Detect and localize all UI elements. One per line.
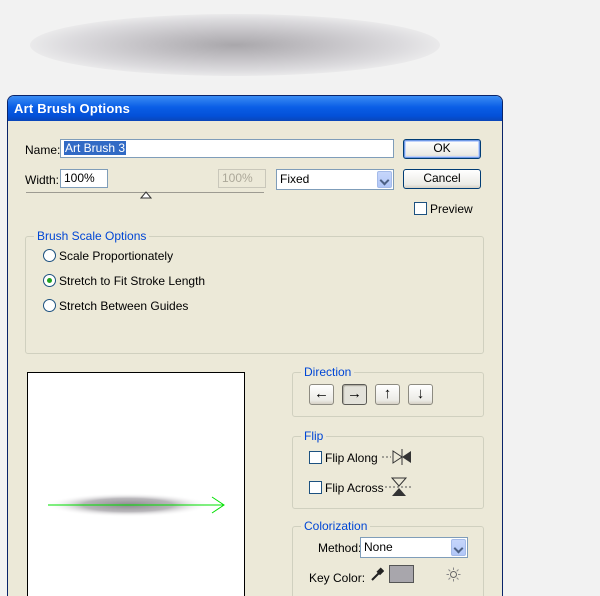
colorization-method-select[interactable]: None <box>360 537 468 558</box>
blurred-brush-stroke-backdrop <box>30 14 440 76</box>
flip-across-icon <box>385 477 413 496</box>
flip-title: Flip <box>301 429 327 443</box>
colorization-method-value: None <box>364 540 393 554</box>
arrow-right-icon: → <box>347 385 362 402</box>
flip-across-label: Flip Across <box>325 481 384 495</box>
scale-proportionately-label: Scale Proportionately <box>59 249 174 263</box>
brush-preview-box <box>27 372 245 596</box>
radio-stretch-between-guides[interactable] <box>43 299 56 312</box>
method-label: Method: <box>318 541 362 555</box>
direction-up-button[interactable]: ↑ <box>375 384 400 405</box>
width-slider-handle[interactable] <box>140 191 152 199</box>
arrow-up-icon: ↑ <box>383 385 392 402</box>
dialog-title[interactable]: Art Brush Options <box>8 96 502 121</box>
flip-along-icon <box>382 449 411 465</box>
direction-right-button[interactable]: → <box>342 384 367 405</box>
stretch-to-fit-label: Stretch to Fit Stroke Length <box>59 274 206 288</box>
flip-along-label: Flip Along <box>325 451 378 465</box>
brush-scale-options-title: Brush Scale Options <box>34 229 150 243</box>
arrow-down-icon: ↓ <box>416 385 425 402</box>
flip-along-checkbox[interactable] <box>309 451 322 464</box>
key-color-swatch[interactable] <box>389 565 414 583</box>
arrow-left-icon: ← <box>314 385 329 402</box>
direction-title: Direction <box>301 365 355 379</box>
width-label: Width: <box>25 173 60 187</box>
width-variation-input: 100% <box>218 169 266 188</box>
width-mode-value: Fixed <box>280 172 310 186</box>
flip-across-checkbox[interactable] <box>309 481 322 494</box>
chevron-down-icon[interactable] <box>377 171 392 188</box>
preview-checkbox[interactable] <box>414 202 427 215</box>
width-input[interactable]: 100% <box>60 169 108 188</box>
cancel-button[interactable]: Cancel <box>403 169 481 189</box>
direction-left-button[interactable]: ← <box>309 384 334 405</box>
name-label: Name: <box>25 143 61 157</box>
preview-label: Preview <box>430 202 473 216</box>
flip-group: Flip <box>292 429 484 509</box>
name-input-value: Art Brush 3 <box>64 141 127 155</box>
direction-down-button[interactable]: ↓ <box>408 384 433 405</box>
colorization-title: Colorization <box>301 519 371 533</box>
name-input[interactable]: Art Brush 3 <box>60 139 394 158</box>
key-color-label: Key Color: <box>309 571 366 585</box>
radio-stretch-to-fit[interactable] <box>43 274 56 287</box>
ok-button[interactable]: OK <box>403 139 481 159</box>
art-brush-options-dialog: Art Brush Options Name: Art Brush 3 Widt… <box>7 95 503 596</box>
stretch-between-guides-label: Stretch Between Guides <box>59 299 189 313</box>
radio-scale-proportionately[interactable] <box>43 249 56 262</box>
width-mode-select[interactable]: Fixed <box>276 169 394 190</box>
chevron-down-icon[interactable] <box>451 539 466 556</box>
brush-preview-image <box>46 493 225 517</box>
